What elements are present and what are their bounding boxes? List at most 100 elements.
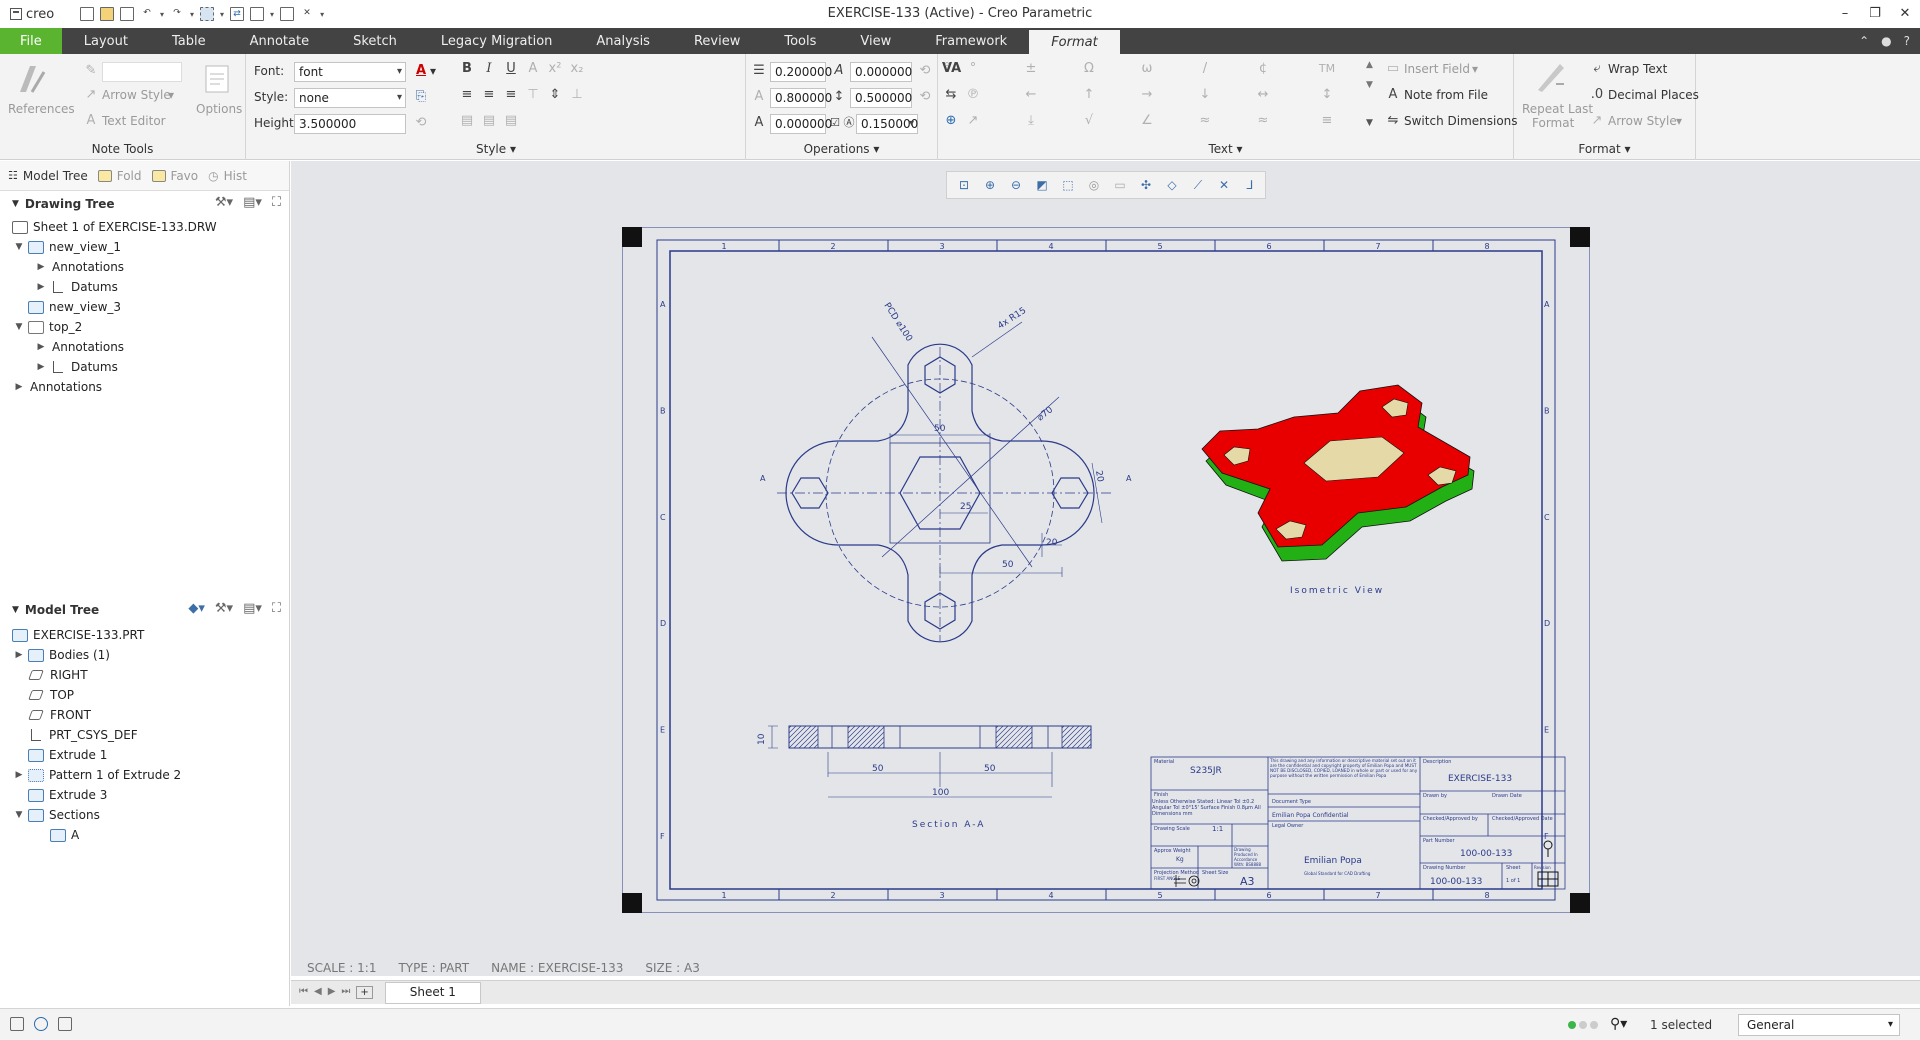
section-dim-50a-label[interactable]: 50	[872, 764, 884, 774]
insert-field-icon[interactable]: ▭	[1384, 60, 1402, 78]
insert-field-button[interactable]: Insert Field	[1404, 62, 1470, 76]
zoom-out-icon[interactable]: ⊖	[1005, 175, 1027, 195]
customize-toolbar-icon[interactable]: ▾	[320, 10, 324, 19]
drawing-tree-collapse-icon[interactable]: ▼	[12, 199, 19, 209]
switch-dimensions-button[interactable]: Switch Dimensions	[1404, 114, 1518, 128]
font-color-icon[interactable]: A	[412, 62, 430, 80]
palette-expand-icon[interactable]: ▼	[1366, 118, 1373, 128]
expand-icon[interactable]: ▶	[12, 770, 26, 780]
first-sheet-icon[interactable]: ⏮	[299, 986, 308, 999]
section-dim-50b-label[interactable]: 50	[984, 764, 996, 774]
globe-icon[interactable]: ⊕	[942, 112, 960, 130]
model-tree-settings-icon[interactable]: ⚒▾	[215, 601, 233, 616]
pen-icon[interactable]: ✎	[82, 62, 100, 80]
down-bar-icon[interactable]: ⤓	[1022, 112, 1040, 130]
tree-row-top-2[interactable]: ▼ top_2	[0, 317, 289, 337]
plus-minus-icon[interactable]: ±	[1022, 60, 1040, 78]
tab-annotate[interactable]: Annotate	[228, 28, 331, 54]
tab-layout[interactable]: Layout	[62, 28, 150, 54]
format-arrow-style-dropdown-icon[interactable]: ▾	[1676, 114, 1682, 128]
expand-icon[interactable]: ▼	[12, 322, 26, 332]
tab-table[interactable]: Table	[150, 28, 228, 54]
underline-icon[interactable]: U	[502, 60, 520, 78]
font-select[interactable]: font	[294, 62, 406, 82]
redo-dropdown-icon[interactable]: ▾	[190, 10, 194, 19]
tree-row-sections[interactable]: ▼ Sections	[0, 805, 289, 825]
zoom-in-icon[interactable]: ⊕	[979, 175, 1001, 195]
drawing-tree-show-icon[interactable]: ▤▾	[243, 195, 262, 210]
spacing-input[interactable]: 0.500000	[850, 88, 912, 108]
undo-dropdown-icon[interactable]: ▾	[160, 10, 164, 19]
dim-20-slant-label[interactable]: 20	[1093, 470, 1105, 483]
tree-row-section-a[interactable]: A	[0, 825, 289, 845]
text-editor-button[interactable]: Text Editor	[102, 114, 166, 128]
arrow-style-icon[interactable]: ↗	[82, 86, 100, 104]
style-group-label[interactable]: Style ▾	[246, 142, 746, 156]
angle-symbol-icon[interactable]: ∠	[1138, 112, 1156, 130]
font-color-dropdown-icon[interactable]: ▾	[430, 64, 436, 78]
cancel-icon[interactable]: ✕	[300, 7, 314, 21]
tab-legacy-migration[interactable]: Legacy Migration	[419, 28, 575, 54]
align-middle-icon[interactable]: ⇕	[546, 86, 564, 104]
refit-icon[interactable]: ⊡	[953, 175, 975, 195]
find-icon[interactable]: ⚲▾	[1610, 1016, 1627, 1032]
arrow-style-button[interactable]: Arrow Style	[102, 88, 171, 102]
align-top-icon[interactable]: ⊤	[524, 86, 542, 104]
decimal-places-icon[interactable]: .0	[1588, 86, 1606, 104]
tab-framework[interactable]: Framework	[913, 28, 1029, 54]
tree-row-annotations-root[interactable]: ▶ Annotations	[0, 377, 289, 397]
text-offset-input[interactable]: 0.000000	[770, 114, 832, 134]
tree-row-part[interactable]: EXERCISE-133.PRT	[0, 625, 289, 645]
arrow-style-dropdown-icon[interactable]: ▾	[168, 88, 174, 102]
next-sheet-icon[interactable]: ▶	[328, 986, 336, 999]
expand-icon[interactable]: ▶	[12, 382, 26, 392]
up-down-arrow-icon[interactable]: ↕	[1318, 86, 1336, 104]
subscript-icon[interactable]: x₂	[568, 60, 586, 78]
text-replace-icon[interactable]: ⇆	[942, 86, 960, 104]
expand-icon[interactable]: ▼	[12, 242, 26, 252]
tab-review[interactable]: Review	[672, 28, 762, 54]
format-arrow-style-icon[interactable]: ↗	[1588, 112, 1606, 130]
align-right-icon[interactable]: ≡	[502, 86, 520, 104]
height-reset-icon[interactable]: ⟲	[412, 114, 430, 132]
wrap-text-icon[interactable]: ⤶	[1588, 60, 1606, 78]
style-copy-icon[interactable]: ⎘	[412, 88, 430, 106]
model-tree-show-icon[interactable]: ▤▾	[243, 601, 262, 616]
check-icon[interactable]: √	[1080, 112, 1098, 130]
down-arrow-icon[interactable]: ↓	[1196, 86, 1214, 104]
annotation-display-icon[interactable]: ▭	[1109, 175, 1131, 195]
text-group-label[interactable]: Text ▾	[938, 142, 1513, 156]
tree-row-extrude-3[interactable]: Extrude 3	[0, 785, 289, 805]
tab-favorites[interactable]: Favo	[151, 169, 198, 183]
wrap-text-button[interactable]: Wrap Text	[1608, 62, 1667, 76]
user-icon[interactable]: ●	[1881, 34, 1891, 48]
tree-row-annotations[interactable]: ▶ Annotations	[0, 257, 289, 277]
navigator-toggle-icon[interactable]	[10, 1017, 24, 1031]
align-center-icon[interactable]: ≡	[480, 86, 498, 104]
omega-small-icon[interactable]: ω	[1138, 60, 1156, 78]
windows-icon[interactable]	[250, 7, 265, 21]
select-dropdown-icon[interactable]: ▾	[220, 10, 224, 19]
tab-view[interactable]: View	[838, 28, 913, 54]
approx-2-icon[interactable]: ≈	[1254, 112, 1272, 130]
align-left-icon[interactable]: ≡	[458, 86, 476, 104]
tab-analysis[interactable]: Analysis	[574, 28, 672, 54]
tree-row-annotations[interactable]: ▶ Annotations	[0, 337, 289, 357]
note-tools-field[interactable]	[102, 62, 182, 82]
repaint-icon[interactable]: ◩	[1031, 175, 1053, 195]
section-dim-100-label[interactable]: 100	[932, 788, 949, 798]
tab-history[interactable]: ◷ Hist	[208, 169, 247, 183]
references-icon[interactable]	[16, 62, 50, 96]
tree-row-datums[interactable]: ▶ Datums	[0, 357, 289, 377]
italic-icon[interactable]: I	[480, 60, 498, 78]
right-arrow-icon[interactable]: →	[1138, 86, 1156, 104]
bold-icon[interactable]: B	[458, 60, 476, 78]
diag-arrow-icon[interactable]: ↗	[964, 112, 982, 130]
width-factor-input[interactable]: 0.200000	[770, 62, 832, 82]
tree-row-csys[interactable]: PRT_CSYS_DEF	[0, 725, 289, 745]
lines-icon[interactable]: ≡	[1318, 112, 1336, 130]
expand-icon[interactable]: ▼	[12, 810, 26, 820]
select-box-icon[interactable]	[200, 7, 215, 21]
dim-50-label[interactable]: 50	[934, 424, 946, 434]
close-icon[interactable]: ✕	[1890, 0, 1920, 28]
